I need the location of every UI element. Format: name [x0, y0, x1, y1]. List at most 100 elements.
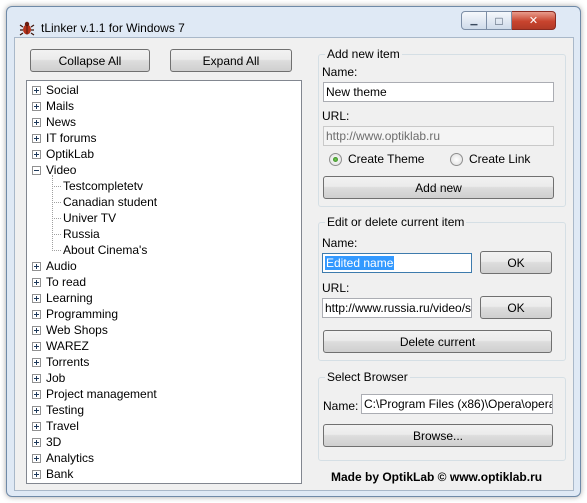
tree-node[interactable]: Travel — [32, 418, 80, 434]
tree-connector — [52, 250, 61, 251]
add-url-label: URL: — [322, 109, 350, 123]
window-title: tLinker v.1.1 for Windows 7 — [41, 21, 185, 35]
edit-name-selected-text: Edited name — [325, 256, 395, 270]
browse-button[interactable]: Browse... — [323, 424, 553, 447]
maximize-button[interactable]: □ — [487, 11, 512, 30]
expand-node-icon[interactable] — [32, 133, 41, 143]
radio-create-theme[interactable]: Create Theme — [329, 152, 424, 166]
collapse-all-button[interactable]: Collapse All — [30, 49, 150, 72]
tree-node[interactable]: Torrents — [32, 354, 90, 370]
tree-node[interactable]: Programming — [32, 306, 119, 322]
tree-node-label: Job — [46, 371, 66, 385]
tree-node-label: News — [46, 115, 77, 129]
edit-item-group-title: Edit or delete current item — [325, 215, 467, 229]
expand-node-icon[interactable] — [32, 117, 41, 127]
tree-node[interactable]: WAREZ — [32, 338, 90, 354]
add-item-group: Add new item Name: New theme URL: http:/… — [318, 47, 566, 207]
browser-name-label: Name: — [323, 399, 359, 413]
minimize-button[interactable]: ▁ — [461, 11, 487, 30]
edit-url-label: URL: — [322, 281, 350, 295]
collapse-node-icon[interactable] — [32, 165, 41, 175]
tree-connector — [52, 218, 61, 219]
tree-child-node[interactable]: About Cinema's — [62, 242, 148, 258]
tree-node[interactable]: OptikLab — [32, 146, 95, 162]
tree-node-label: WAREZ — [46, 339, 89, 353]
delete-current-button[interactable]: Delete current — [323, 330, 552, 353]
tree-node[interactable]: Analytics — [32, 450, 95, 466]
tree-child-label: Russia — [63, 227, 100, 241]
edit-url-input[interactable]: http://www.russia.ru/video/spe — [322, 298, 472, 318]
radio-theme-label: Create Theme — [348, 152, 425, 166]
radio-create-link[interactable]: Create Link — [450, 152, 530, 166]
expand-node-icon[interactable] — [32, 421, 41, 431]
add-new-button[interactable]: Add new — [323, 176, 554, 199]
tree-child-node[interactable]: Russia — [62, 226, 101, 242]
expand-node-icon[interactable] — [32, 373, 41, 383]
tree-child-node[interactable]: Univer TV — [62, 210, 117, 226]
tree-child-node[interactable]: Testcompletetv — [62, 178, 144, 194]
expand-node-icon[interactable] — [32, 469, 41, 479]
expand-node-icon[interactable] — [32, 325, 41, 335]
tree-node[interactable]: Audio — [32, 258, 78, 274]
tree-node[interactable]: News — [32, 114, 77, 130]
tree-node-label: Analytics — [46, 451, 95, 465]
add-url-input[interactable]: http://www.optiklab.ru — [323, 126, 554, 146]
expand-node-icon[interactable] — [32, 149, 41, 159]
footer-credits: Made by OptikLab © www.optiklab.ru — [331, 470, 543, 484]
tree-node-label: Project management — [46, 387, 157, 401]
expand-node-icon[interactable] — [32, 405, 41, 415]
tree-node-label: Testing — [46, 403, 85, 417]
tree-child-label: Testcompletetv — [63, 179, 144, 193]
expand-node-icon[interactable] — [32, 453, 41, 463]
bug-app-icon — [19, 21, 35, 36]
expand-node-icon[interactable] — [32, 85, 41, 95]
tree-node-label: Video — [46, 163, 77, 177]
tree-node[interactable]: Project management — [32, 386, 158, 402]
edit-name-input[interactable]: Edited name — [322, 253, 472, 273]
tree-node[interactable]: IT forums — [32, 130, 97, 146]
tree-node[interactable]: Mails — [32, 98, 75, 114]
tree-node[interactable]: Bank — [32, 466, 74, 482]
tree-node-label: 3D — [46, 435, 62, 449]
category-tree[interactable]: Social Mails News IT forums OptikLab Video Tes… — [26, 80, 302, 484]
title-bar[interactable]: tLinker v.1.1 for Windows 7 ▁ □ ✕ — [7, 7, 580, 37]
expand-all-button[interactable]: Expand All — [170, 49, 292, 72]
tree-node[interactable]: Video — [32, 162, 77, 178]
expand-node-icon[interactable] — [32, 389, 41, 399]
tree-node[interactable]: Testing — [32, 402, 85, 418]
add-name-label: Name: — [322, 65, 358, 79]
expand-node-icon[interactable] — [32, 277, 41, 287]
tree-node[interactable]: Learning — [32, 290, 94, 306]
tree-child-node[interactable]: Canadian student — [62, 194, 158, 210]
select-browser-group: Select Browser Name: C:\Program Files (x… — [318, 370, 566, 461]
tree-node-label: Learning — [46, 291, 93, 305]
expand-node-icon[interactable] — [32, 261, 41, 271]
tree-node[interactable]: Job — [32, 370, 66, 386]
expand-node-icon[interactable] — [32, 341, 41, 351]
tree-connector — [52, 175, 53, 251]
select-browser-group-title: Select Browser — [325, 370, 410, 384]
browser-path-input[interactable]: C:\Program Files (x86)\Opera\opera.exe — [361, 394, 553, 414]
add-name-input[interactable]: New theme — [323, 82, 554, 102]
tree-node[interactable]: To read — [32, 274, 87, 290]
edit-url-ok-button[interactable]: OK — [480, 296, 552, 319]
edit-item-group: Edit or delete current item Name: Edited… — [318, 215, 566, 361]
expand-node-icon[interactable] — [32, 357, 41, 367]
expand-node-icon[interactable] — [32, 309, 41, 319]
tree-node[interactable]: Web Shops — [32, 322, 109, 338]
window-controls: ▁ □ ✕ — [461, 11, 556, 30]
tree-node-label: Social — [46, 83, 79, 97]
tree-node-label: Mails — [46, 99, 75, 113]
close-button[interactable]: ✕ — [512, 11, 556, 30]
close-icon: ✕ — [528, 15, 539, 27]
edit-name-ok-button[interactable]: OK — [480, 251, 552, 274]
expand-node-icon[interactable] — [32, 437, 41, 447]
expand-node-icon[interactable] — [32, 293, 41, 303]
tree-node[interactable]: 3D — [32, 434, 62, 450]
radio-link-dot — [450, 152, 463, 166]
minimize-icon: ▁ — [470, 15, 478, 25]
tree-node-label: Programming — [46, 307, 119, 321]
tree-node[interactable]: Social — [32, 82, 80, 98]
add-item-group-title: Add new item — [325, 47, 402, 61]
expand-node-icon[interactable] — [32, 101, 41, 111]
